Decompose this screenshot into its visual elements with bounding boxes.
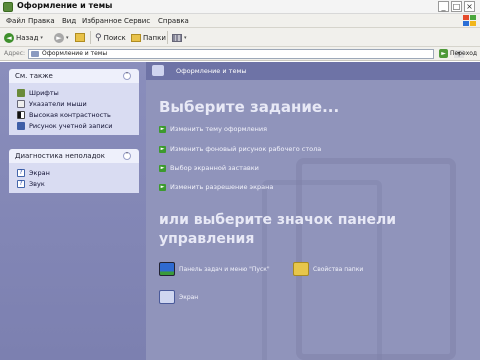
forward-dropdown-icon: ▾: [66, 34, 69, 41]
icon-label: Свойства папки: [313, 265, 364, 273]
menu-bar: Файл Правка Вид Избранное Сервис Справка: [0, 14, 480, 28]
close-button[interactable]: ×: [464, 1, 475, 12]
back-button[interactable]: ◄ Назад ▾: [4, 32, 43, 43]
menu-view[interactable]: Вид: [62, 17, 76, 25]
address-bar: Адрес: Оформление и темы ▾ ► Переход: [0, 47, 480, 61]
folder-options-icon: [293, 262, 309, 276]
menu-help[interactable]: Справка: [158, 17, 189, 25]
task-change-resolution[interactable]: ► Изменить разрешение экрана: [159, 183, 273, 191]
views-button[interactable]: ▾: [172, 32, 187, 43]
troubleshoot-sound[interactable]: ? Звук: [17, 178, 133, 189]
taskbar-icon: [159, 262, 175, 276]
see-also-panel: См. также ˄ Шрифты Указатели мыши Высока…: [9, 69, 139, 135]
taskbar-start-menu-item[interactable]: Панель задач и меню "Пуск": [159, 262, 270, 276]
forward-button[interactable]: ► ▾: [54, 32, 69, 43]
toolbar-separator: [90, 31, 91, 44]
troubleshooting-panel: Диагностика неполадок ˄ ? Экран ? Звук: [9, 149, 139, 193]
go-arrow-icon: ►: [439, 49, 448, 58]
forward-arrow-icon: ►: [54, 32, 64, 43]
icon-label: Экран: [179, 293, 199, 301]
see-also-high-contrast[interactable]: Высокая контрастность: [17, 109, 133, 120]
task-arrow-icon: ►: [159, 145, 166, 153]
search-label: Поиск: [103, 33, 126, 42]
appearance-themes-icon: [152, 65, 164, 76]
go-label: Переход: [450, 50, 478, 57]
see-also-item-label: Рисунок учетной записи: [29, 121, 113, 130]
address-label: Адрес:: [4, 50, 26, 57]
folder-icon: [31, 51, 39, 57]
collapse-chevron-icon[interactable]: ˄: [123, 152, 131, 160]
windows-logo-icon: [463, 15, 477, 27]
help-question-icon: ?: [17, 179, 25, 188]
task-choose-screensaver[interactable]: ► Выбор экранной заставки: [159, 164, 259, 172]
back-label: Назад: [16, 33, 39, 42]
collapse-chevron-icon[interactable]: ˄: [123, 72, 131, 80]
search-button[interactable]: ⚲ Поиск: [95, 32, 126, 43]
folders-button[interactable]: Папки: [131, 32, 166, 43]
or-pick-icon-heading: или выберите значок панели управления: [159, 212, 397, 247]
task-arrow-icon: ►: [159, 164, 166, 172]
folders-label: Папки: [143, 33, 166, 42]
minimize-button[interactable]: _: [438, 1, 449, 12]
mouse-pointer-icon: [17, 99, 25, 108]
search-icon: ⚲: [95, 32, 102, 43]
see-also-title: См. также: [15, 72, 53, 80]
folder-options-item[interactable]: Свойства папки: [293, 262, 363, 276]
high-contrast-icon: [17, 110, 25, 119]
troubleshoot-display[interactable]: ? Экран: [17, 167, 133, 178]
troubleshoot-item-label: Звук: [29, 179, 45, 188]
menu-tools[interactable]: Сервис: [124, 17, 150, 25]
troubleshooting-body: ? Экран ? Звук: [9, 163, 139, 193]
see-also-mouse-pointers[interactable]: Указатели мыши: [17, 98, 133, 109]
account-picture-icon: [17, 121, 25, 130]
address-value: Оформление и темы: [42, 50, 108, 57]
menu-file[interactable]: Файл: [6, 17, 25, 25]
toolbar-separator: [167, 31, 168, 44]
up-folder-icon: [75, 33, 85, 42]
see-also-item-label: Высокая контрастность: [29, 110, 111, 119]
back-arrow-icon: ◄: [4, 32, 14, 43]
see-also-header[interactable]: См. также ˄: [9, 69, 139, 83]
see-also-body: Шрифты Указатели мыши Высокая контрастно…: [9, 83, 139, 135]
troubleshoot-item-label: Экран: [29, 168, 50, 177]
views-grid-icon: [172, 33, 182, 42]
icon-label: Панель задач и меню "Пуск": [179, 265, 270, 273]
see-also-fonts[interactable]: Шрифты: [17, 87, 133, 98]
category-title: Оформление и темы: [176, 67, 247, 75]
task-change-background[interactable]: ► Изменить фоновый рисунок рабочего стол…: [159, 145, 321, 153]
control-panel-icon: [3, 2, 13, 12]
task-change-theme[interactable]: ► Изменить тему оформления: [159, 125, 267, 133]
task-arrow-icon: ►: [159, 183, 166, 191]
troubleshooting-title: Диагностика неполадок: [15, 152, 105, 160]
help-question-icon: ?: [17, 168, 25, 177]
category-header: Оформление и темы: [146, 62, 480, 80]
window-title: Оформление и темы: [17, 1, 113, 10]
see-also-item-label: Шрифты: [29, 88, 59, 97]
menu-edit[interactable]: Правка: [28, 17, 55, 25]
troubleshooting-header[interactable]: Диагностика неполадок ˄: [9, 149, 139, 163]
go-button[interactable]: ► Переход: [439, 49, 477, 58]
folders-icon: [131, 33, 141, 42]
pick-task-heading: Выберите задание...: [159, 98, 340, 116]
task-label: Изменить разрешение экрана: [170, 183, 274, 191]
fonts-icon: [17, 88, 25, 97]
address-input[interactable]: Оформление и темы ▾: [28, 49, 464, 59]
views-dropdown-icon: ▾: [184, 34, 187, 41]
display-item[interactable]: Экран: [159, 290, 198, 304]
toolbar: ◄ Назад ▾ ► ▾ ⚲ Поиск Папки ▾: [0, 28, 480, 47]
title-bar: Оформление и темы _ □ ×: [0, 0, 480, 14]
see-also-item-label: Указатели мыши: [29, 99, 87, 108]
maximize-button[interactable]: □: [451, 1, 462, 12]
menu-favorites[interactable]: Избранное: [82, 17, 122, 25]
task-arrow-icon: ►: [159, 125, 166, 133]
display-icon: [159, 290, 175, 304]
up-folder-button[interactable]: [75, 32, 85, 43]
task-label: Выбор экранной заставки: [170, 164, 259, 172]
see-also-account-picture[interactable]: Рисунок учетной записи: [17, 120, 133, 131]
back-dropdown-icon: ▾: [40, 34, 43, 41]
task-label: Изменить тему оформления: [170, 125, 268, 133]
main-area: См. также ˄ Шрифты Указатели мыши Высока…: [0, 62, 480, 360]
task-label: Изменить фоновый рисунок рабочего стола: [170, 145, 322, 153]
